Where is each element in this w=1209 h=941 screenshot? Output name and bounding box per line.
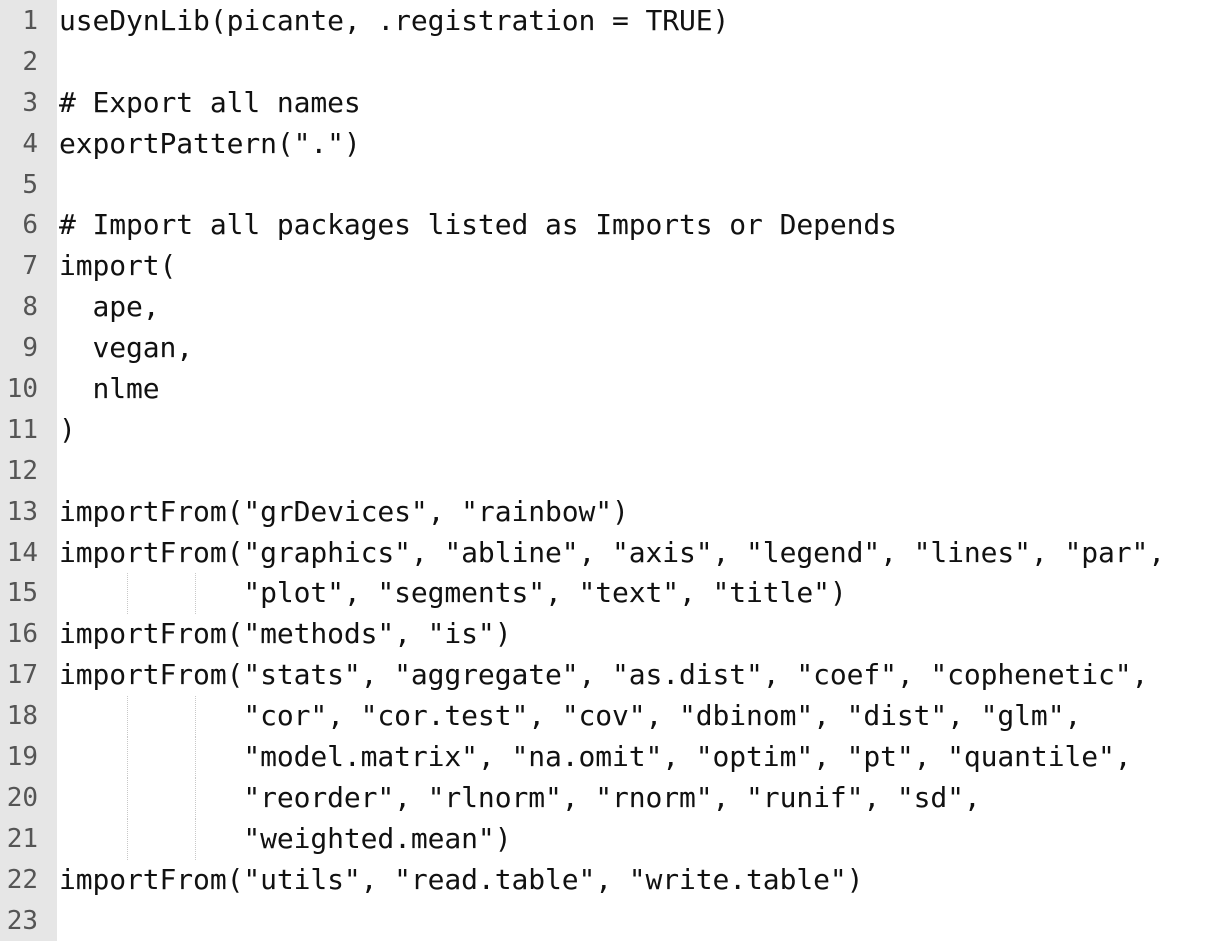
line-number: 7 [22,251,38,282]
line-text[interactable]: importFrom("stats", "aggregate", "as.dis… [59,655,1148,696]
line-text[interactable]: useDynLib(picante, .registration = TRUE) [59,1,729,42]
code-line[interactable]: 16 importFrom("methods", "is") [0,614,1209,655]
line-text[interactable]: import( [59,246,176,287]
code-line[interactable]: 18 "cor", "cor.test", "cov", "dbinom", "… [0,696,1209,738]
line-number: 6 [22,210,38,241]
code-line[interactable]: 23 [0,901,1209,941]
code-line[interactable]: 1 useDynLib(picante, .registration = TRU… [0,1,1209,42]
line-number: 18 [6,701,38,732]
code-line[interactable]: 19 "model.matrix", "na.omit", "optim", "… [0,737,1209,778]
line-text[interactable]: "plot", "segments", "text", "title") [59,573,846,614]
line-number: 4 [22,128,38,159]
code-line[interactable]: 7 import( [0,246,1209,287]
code-line[interactable]: 14 importFrom("graphics", "abline", "axi… [0,533,1209,574]
code-editor[interactable]: 1 useDynLib(picante, .registration = TRU… [0,0,1209,941]
line-number: 12 [6,455,38,486]
line-number: 10 [6,374,38,405]
line-number: 3 [22,87,38,118]
code-line[interactable]: 12 [0,451,1209,492]
code-line[interactable]: 6 # Import all packages listed as Import… [0,205,1209,246]
code-lines[interactable]: 1 useDynLib(picante, .registration = TRU… [0,1,1209,941]
code-line[interactable]: 11 ) [0,410,1209,451]
line-number: 11 [6,414,38,445]
line-number: 14 [6,537,38,568]
line-number: 23 [6,905,38,936]
code-line[interactable]: 21 "weighted.mean") [0,818,1209,860]
line-number: 5 [22,169,38,200]
line-number: 9 [22,333,38,364]
line-text[interactable]: "reorder", "rlnorm", "rnorm", "runif", "… [59,778,980,819]
line-number: 20 [6,782,38,813]
line-text[interactable]: # Import all packages listed as Imports … [59,205,897,246]
line-number: 15 [6,578,38,609]
line-number: 8 [22,292,38,323]
code-line[interactable]: 4 exportPattern(".") [0,124,1209,165]
code-line[interactable]: 15 "plot", "segments", "text", "title") [0,573,1209,615]
line-text[interactable]: ape, [59,287,160,328]
line-number: 13 [6,496,38,527]
line-text[interactable]: "cor", "cor.test", "cov", "dbinom", "dis… [59,696,1081,737]
line-text[interactable]: # Export all names [59,83,361,124]
line-text[interactable]: importFrom("graphics", "abline", "axis",… [59,533,1165,574]
line-text[interactable]: importFrom("utils", "read.table", "write… [59,860,863,901]
line-text[interactable]: ) [59,410,76,451]
line-text[interactable]: importFrom("grDevices", "rainbow") [59,492,629,533]
code-line[interactable]: 10 nlme [0,369,1209,410]
code-line[interactable]: 3 # Export all names [0,83,1209,124]
line-text[interactable]: vegan, [59,328,194,369]
line-number: 22 [6,864,38,895]
line-number: 17 [6,660,38,691]
line-text[interactable]: "weighted.mean") [59,819,511,860]
line-text[interactable]: exportPattern(".") [59,124,361,165]
code-line[interactable]: 22 importFrom("utils", "read.table", "wr… [0,860,1209,901]
code-line[interactable]: 13 importFrom("grDevices", "rainbow") [0,492,1209,533]
line-number: 16 [6,619,38,650]
code-line[interactable]: 9 vegan, [0,328,1209,369]
line-text[interactable]: "model.matrix", "na.omit", "optim", "pt"… [59,737,1131,778]
code-line[interactable]: 8 ape, [0,287,1209,328]
code-line[interactable]: 17 importFrom("stats", "aggregate", "as.… [0,655,1209,696]
line-number: 1 [22,6,38,36]
code-line[interactable]: 20 "reorder", "rlnorm", "rnorm", "runif"… [0,777,1209,819]
line-number: 2 [22,46,38,77]
code-line[interactable]: 5 [0,165,1209,206]
line-number: 19 [6,742,38,773]
line-text[interactable]: importFrom("methods", "is") [59,614,512,655]
line-number: 21 [6,823,38,854]
code-line[interactable]: 2 [0,42,1209,83]
line-text[interactable]: nlme [59,369,160,410]
